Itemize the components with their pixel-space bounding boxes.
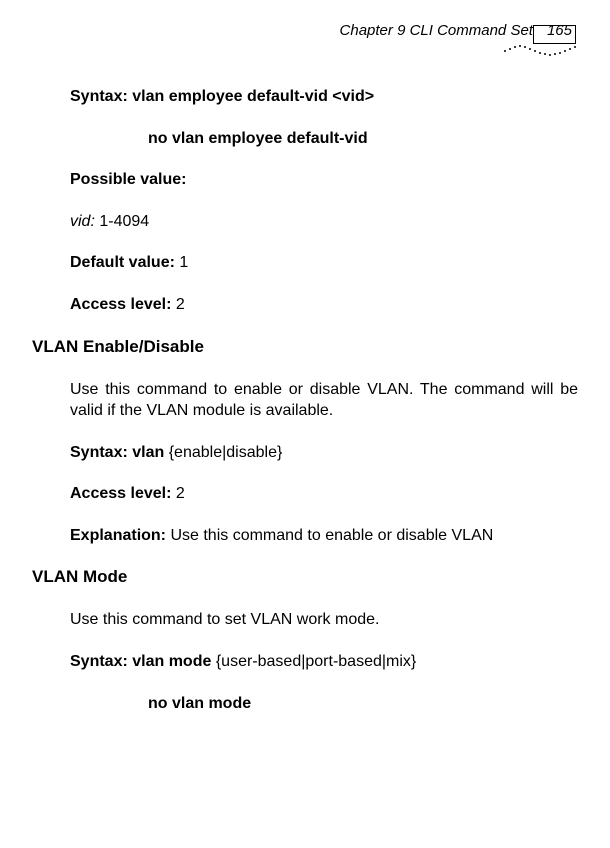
vlan-mode-desc: Use this command to set VLAN work mode. bbox=[70, 609, 578, 631]
vlan-mode-syntax: Syntax: vlan mode {user-based|port-based… bbox=[70, 651, 578, 673]
vlan-enable-syntax-label: Syntax: vlan bbox=[70, 444, 164, 461]
vlan-enable-ex-label: Explanation: bbox=[70, 527, 166, 544]
page-header: Chapter 9 CLI Command Set165 bbox=[32, 22, 578, 58]
header-text: Chapter 9 CLI Command Set165 bbox=[32, 22, 578, 39]
possible-value-label: Possible value: bbox=[70, 169, 578, 191]
page: Chapter 9 CLI Command Set165 Syntax: vla… bbox=[0, 0, 610, 848]
vlan-enable-ex-val: Use this command to enable or disable VL… bbox=[166, 527, 493, 544]
access-level-label: Access level: bbox=[70, 296, 171, 313]
header-dots bbox=[504, 44, 578, 58]
vid-key: vid: bbox=[70, 213, 95, 230]
vlan-mode-syntax-label: Syntax: vlan mode bbox=[70, 653, 211, 670]
page-body: Syntax: vlan employee default-vid <vid> … bbox=[32, 58, 578, 714]
vid-val: 1-4094 bbox=[95, 213, 149, 230]
chapter-title: Chapter 9 CLI Command Set bbox=[340, 22, 533, 39]
vlan-enable-syntax: Syntax: vlan {enable|disable} bbox=[70, 442, 578, 464]
vlan-enable-desc: Use this command to enable or disable VL… bbox=[70, 379, 578, 422]
vlan-enable-syntax-rest: {enable|disable} bbox=[164, 444, 282, 461]
vlan-enable-al-label: Access level: bbox=[70, 485, 171, 502]
page-number-box bbox=[533, 25, 576, 44]
vid-range: vid: 1-4094 bbox=[70, 211, 578, 233]
vlan-mode-syntax-rest: {user-based|port-based|mix} bbox=[211, 653, 416, 670]
syntax-line: Syntax: vlan employee default-vid <vid> bbox=[70, 86, 578, 108]
default-value-line: Default value: 1 bbox=[70, 252, 578, 274]
vlan-mode-no-form: no vlan mode bbox=[148, 693, 578, 715]
no-form-line: no vlan employee default-vid bbox=[148, 128, 578, 150]
vlan-enable-al-val: 2 bbox=[171, 485, 184, 502]
access-level-val: 2 bbox=[171, 296, 184, 313]
default-value-val: 1 bbox=[175, 254, 188, 271]
vlan-enable-explanation: Explanation: Use this command to enable … bbox=[70, 525, 578, 547]
access-level-line: Access level: 2 bbox=[70, 294, 578, 316]
section-heading-vlan-mode: VLAN Mode bbox=[32, 566, 578, 589]
vlan-enable-access-level: Access level: 2 bbox=[70, 483, 578, 505]
default-value-label: Default value: bbox=[70, 254, 175, 271]
section-heading-vlan-enable: VLAN Enable/Disable bbox=[32, 336, 578, 359]
